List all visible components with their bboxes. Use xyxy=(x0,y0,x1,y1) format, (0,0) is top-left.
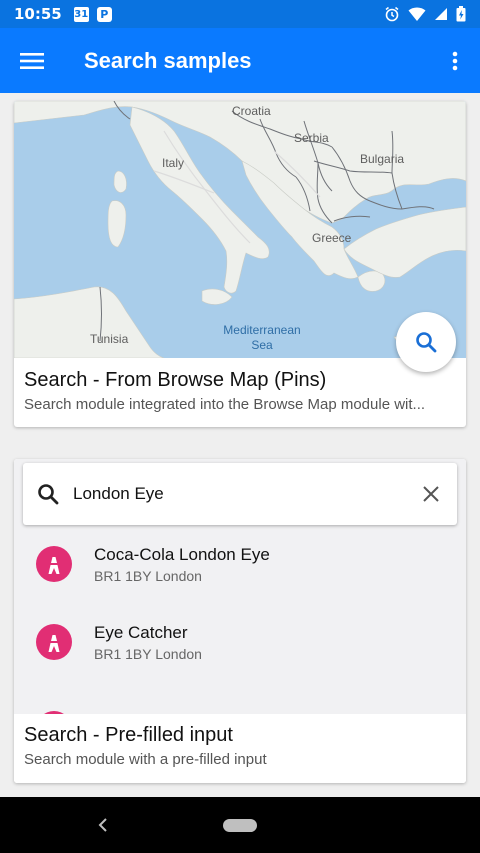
status-time: 10:55 xyxy=(14,5,62,23)
parking-icon: P xyxy=(96,6,112,22)
search-icon xyxy=(38,484,59,505)
search-icon-wrapper xyxy=(23,483,73,505)
calendar-icon: 31 xyxy=(73,6,89,22)
result-text: Coca-Cola London Eye BR1 1BY London xyxy=(94,545,270,584)
battery-icon xyxy=(456,6,466,22)
card-text: Search - Pre-filled input Search module … xyxy=(14,714,466,783)
card-subtitle: Search module integrated into the Browse… xyxy=(24,396,426,413)
landmark-icon xyxy=(48,632,60,652)
map-search-button[interactable] xyxy=(396,312,456,372)
wifi-icon xyxy=(408,7,426,21)
clear-search-button[interactable] xyxy=(405,486,457,502)
status-bar: 10:55 31 P xyxy=(0,0,480,28)
map-label-sea-line1: Mediterranean xyxy=(223,323,300,337)
cell-signal-icon xyxy=(435,8,447,20)
hamburger-menu-icon xyxy=(20,52,44,69)
back-button[interactable] xyxy=(96,813,110,842)
map-preview: Croatia Serbia Bulgaria Italy Greece Tun… xyxy=(14,101,466,358)
alarm-icon xyxy=(385,6,399,22)
search-box[interactable] xyxy=(23,463,457,525)
map-label-bulgaria: Bulgaria xyxy=(360,152,404,166)
card-subtitle: Search module with a pre-filled input xyxy=(24,751,267,768)
system-navigation-bar xyxy=(0,797,480,853)
sample-card-browse-map[interactable]: Croatia Serbia Bulgaria Italy Greece Tun… xyxy=(14,101,466,427)
app-bar: Search samples xyxy=(0,28,480,93)
result-pin xyxy=(36,624,72,660)
map-label-greece: Greece xyxy=(312,231,352,245)
search-input[interactable] xyxy=(73,474,405,514)
map-label-croatia: Croatia xyxy=(232,104,271,118)
result-name: Coca-Cola London Eye xyxy=(94,544,270,564)
map-label-italy: Italy xyxy=(162,156,184,170)
status-system-icons xyxy=(384,6,466,22)
landmark-icon xyxy=(48,554,60,574)
sample-card-prefilled-input[interactable]: Coca-Cola London Eye BR1 1BY London Eye … xyxy=(14,459,466,783)
result-name: Eye Catcher xyxy=(94,622,188,642)
menu-button[interactable] xyxy=(0,28,64,93)
map-graphic: Croatia Serbia Bulgaria Italy Greece Tun… xyxy=(14,101,466,358)
map-label-sea-line2: Sea xyxy=(251,338,273,352)
more-options-button[interactable] xyxy=(430,28,480,93)
result-text: Eye Catcher BR1 1BY London xyxy=(94,623,202,662)
card-title: Search - Pre-filled input xyxy=(24,724,233,746)
map-label-serbia: Serbia xyxy=(294,131,329,145)
back-chevron-icon xyxy=(98,818,107,832)
more-vert-icon xyxy=(452,51,458,70)
search-result-item[interactable]: Eye Catcher BR1 1BY London xyxy=(14,604,466,680)
search-result-item[interactable]: Coca-Cola London Eye BR1 1BY London xyxy=(14,526,466,602)
map-label-tunisia: Tunisia xyxy=(90,332,129,346)
result-address: BR1 1BY London xyxy=(94,645,202,662)
close-icon xyxy=(423,486,439,502)
result-pin xyxy=(36,546,72,582)
result-address: BR1 1BY London xyxy=(94,567,202,584)
card-text: Search - From Browse Map (Pins) Search m… xyxy=(24,369,456,413)
card-title: Search - From Browse Map (Pins) xyxy=(24,369,327,391)
search-panel: Coca-Cola London Eye BR1 1BY London Eye … xyxy=(14,459,466,717)
status-notifications: 31 P xyxy=(73,6,112,22)
home-pill-button[interactable] xyxy=(223,819,257,832)
search-icon xyxy=(416,332,437,353)
page-title: Search samples xyxy=(84,47,252,73)
